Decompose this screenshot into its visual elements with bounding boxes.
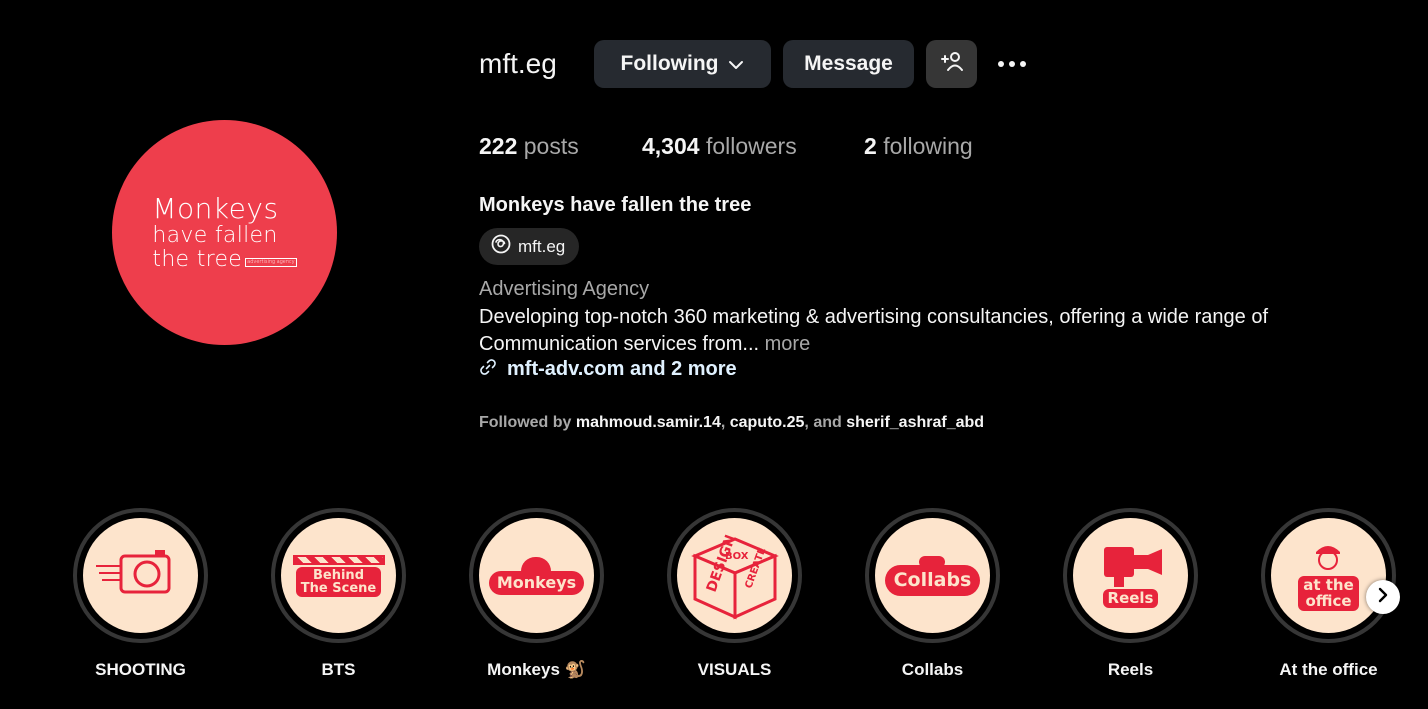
highlight-label: BTS — [321, 660, 356, 679]
camera-icon — [95, 549, 170, 593]
profile-category: Advertising Agency — [479, 278, 650, 300]
posts-count: 222 — [479, 133, 518, 159]
highlight-ring: DESIGN CREATE BOX — [667, 508, 802, 643]
suggest-users-button[interactable] — [926, 40, 977, 88]
highlight-cover: DESIGN CREATE BOX — [677, 518, 792, 633]
add-person-icon — [940, 50, 964, 78]
highlight-reels[interactable]: Reels Reels — [1063, 508, 1198, 680]
website-text: mft-adv.com and 2 more — [507, 358, 737, 380]
avatar-logo-tag: advertising agency — [245, 257, 297, 267]
bio-text: Developing top-notch 360 marketing & adv… — [479, 306, 1268, 355]
threads-badge[interactable]: mft.eg — [479, 228, 579, 265]
followed-by-sep: , — [720, 414, 730, 431]
avatar-logo: Monkeys have fallen the tree advertising … — [152, 191, 297, 272]
highlight-cover: at the office — [1271, 518, 1386, 633]
following-stat[interactable]: 2 following — [864, 133, 973, 160]
highlight-cover: Monkeys — [479, 518, 594, 633]
message-button-label: Message — [804, 52, 893, 75]
person-icon: at the office — [1298, 540, 1359, 612]
more-dots-icon — [998, 61, 1004, 67]
highlight-label: VISUALS — [697, 660, 772, 679]
following-button-label: Following — [620, 52, 719, 75]
highlights-next-button[interactable] — [1366, 580, 1400, 614]
clapperboard-icon: Behind The Scene — [292, 554, 385, 597]
followed-by[interactable]: Followed by mahmoud.samir.14, caputo.25,… — [479, 414, 984, 432]
box-icon: DESIGN CREATE BOX — [690, 532, 779, 619]
more-dot — [1009, 61, 1015, 67]
avatar-logo-line2: have fallen — [152, 222, 278, 248]
highlight-shooting[interactable]: SHOOTING — [73, 508, 208, 680]
highlight-ring: Reels — [1063, 508, 1198, 643]
highlight-ring: Behind The Scene — [271, 508, 406, 643]
posts-label: posts — [523, 133, 579, 159]
video-camera-icon: Reels — [1096, 543, 1166, 608]
followers-count: 4,304 — [642, 133, 700, 159]
more-dot — [1020, 61, 1026, 67]
following-button[interactable]: Following — [594, 40, 771, 88]
avatar-logo-line1: Monkeys — [152, 191, 279, 225]
bio-more-link[interactable]: more — [759, 333, 811, 355]
followed-by-user[interactable]: mahmoud.samir.14 — [576, 414, 721, 431]
chevron-down-icon — [728, 52, 744, 76]
highlight-ring: Collabs — [865, 508, 1000, 643]
profile-avatar[interactable]: Monkeys have fallen the tree advertising … — [112, 120, 337, 345]
profile-bio: Developing top-notch 360 marketing & adv… — [479, 304, 1379, 358]
threads-handle: mft.eg — [518, 236, 566, 256]
highlight-cover: Collabs — [875, 518, 990, 633]
highlight-label: At the office — [1279, 660, 1378, 679]
followers-label: followers — [705, 133, 797, 159]
monkey-icon: Monkeys — [488, 556, 585, 595]
following-count: 2 — [864, 133, 877, 159]
highlight-collabs[interactable]: Collabs Collabs — [865, 508, 1000, 680]
followed-by-user[interactable]: caputo.25 — [730, 414, 805, 431]
profile-username: mft.eg — [479, 48, 557, 79]
profile-full-name: Monkeys have fallen the tree — [479, 194, 752, 216]
posts-stat: 222 posts — [479, 133, 579, 160]
highlight-monkeys[interactable]: Monkeys Monkeys 🐒 — [469, 508, 604, 680]
highlight-bts[interactable]: Behind The Scene BTS — [271, 508, 406, 680]
highlight-label: SHOOTING — [95, 660, 186, 679]
followed-by-prefix: Followed by — [479, 414, 576, 431]
highlight-visuals[interactable]: DESIGN CREATE BOX VISUALS — [667, 508, 802, 680]
highlight-ring — [73, 508, 208, 643]
chevron-right-icon — [1377, 587, 1389, 608]
threads-icon — [490, 233, 512, 260]
highlight-ring: at the office — [1261, 508, 1396, 643]
highlight-cover: Reels — [1073, 518, 1188, 633]
highlight-cover: Behind The Scene — [281, 518, 396, 633]
highlight-cover — [83, 518, 198, 633]
message-button[interactable]: Message — [783, 40, 914, 88]
link-icon — [479, 358, 497, 381]
website-link[interactable]: mft-adv.com and 2 more — [479, 358, 737, 381]
svg-text:BOX: BOX — [725, 551, 749, 562]
highlight-label: Collabs — [901, 660, 964, 679]
highlight-label: Monkeys 🐒 — [487, 660, 586, 679]
highlight-ring: Monkeys — [469, 508, 604, 643]
following-label: following — [883, 133, 973, 159]
followed-by-user[interactable]: sherif_ashraf_abd — [846, 414, 984, 431]
handshake-icon: Collabs — [884, 555, 981, 596]
highlight-label: Reels — [1107, 660, 1154, 679]
more-options-button[interactable] — [990, 48, 1034, 80]
followers-stat[interactable]: 4,304 followers — [642, 133, 797, 160]
followed-by-sep: , and — [804, 414, 847, 431]
avatar-logo-line3: the tree — [152, 246, 243, 272]
